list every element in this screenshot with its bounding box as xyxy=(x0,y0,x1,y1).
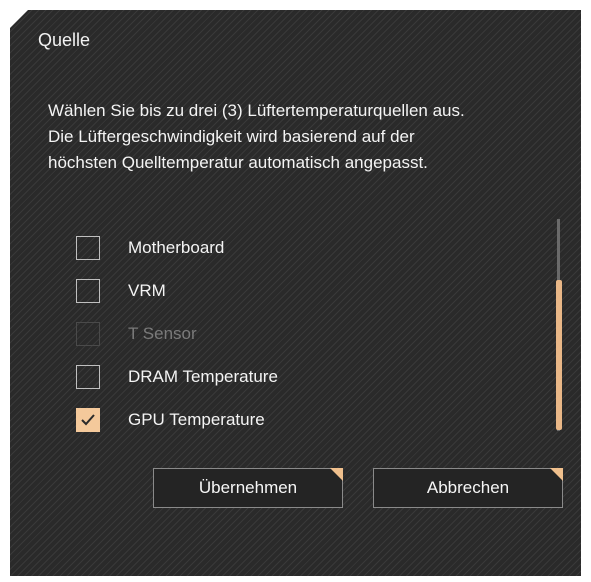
dialog-title: Quelle xyxy=(38,30,91,50)
corner-accent-icon xyxy=(330,468,343,481)
source-label: Motherboard xyxy=(128,237,225,257)
corner-accent-icon xyxy=(550,468,563,481)
dialog-description: Wählen Sie bis zu drei (3) Lüftertempera… xyxy=(48,98,573,176)
source-item-dram-temperature[interactable]: DRAM Temperature xyxy=(76,355,496,398)
source-label: GPU Temperature xyxy=(128,409,265,429)
motherboard-checkbox[interactable] xyxy=(76,235,100,260)
apply-button-label: Übernehmen xyxy=(198,478,298,497)
source-item-vrm[interactable]: VRM xyxy=(76,269,496,312)
dram-temperature-checkbox[interactable] xyxy=(76,364,100,389)
apply-button[interactable]: Übernehmen xyxy=(153,468,343,508)
source-item-t-sensor: T Sensor xyxy=(76,312,496,355)
source-item-gpu-temperature[interactable]: GPU Temperature xyxy=(76,398,496,441)
scrollbar-thumb[interactable] xyxy=(556,280,562,430)
gpu-temperature-checkbox[interactable] xyxy=(76,407,100,432)
description-line: Die Lüftergeschwindigkeit wird basierend… xyxy=(48,127,415,146)
vrm-checkbox[interactable] xyxy=(76,278,100,303)
cancel-button[interactable]: Abbrechen xyxy=(373,468,563,508)
source-label: DRAM Temperature xyxy=(128,366,278,386)
source-label: T Sensor xyxy=(128,323,197,343)
description-line: Wählen Sie bis zu drei (3) Lüftertempera… xyxy=(48,101,465,120)
source-item-motherboard[interactable]: Motherboard xyxy=(76,226,496,269)
cancel-button-label: Abbrechen xyxy=(426,478,510,497)
source-dialog: Quelle Wählen Sie bis zu drei (3) Lüfter… xyxy=(10,10,581,576)
description-line: höchsten Quelltemperatur automatisch ang… xyxy=(48,153,428,172)
t-sensor-checkbox xyxy=(76,321,100,346)
source-label: VRM xyxy=(128,280,166,300)
checkmark-icon xyxy=(81,413,95,425)
source-list: Motherboard VRM T Sensor DRAM Temperatur… xyxy=(76,226,496,441)
